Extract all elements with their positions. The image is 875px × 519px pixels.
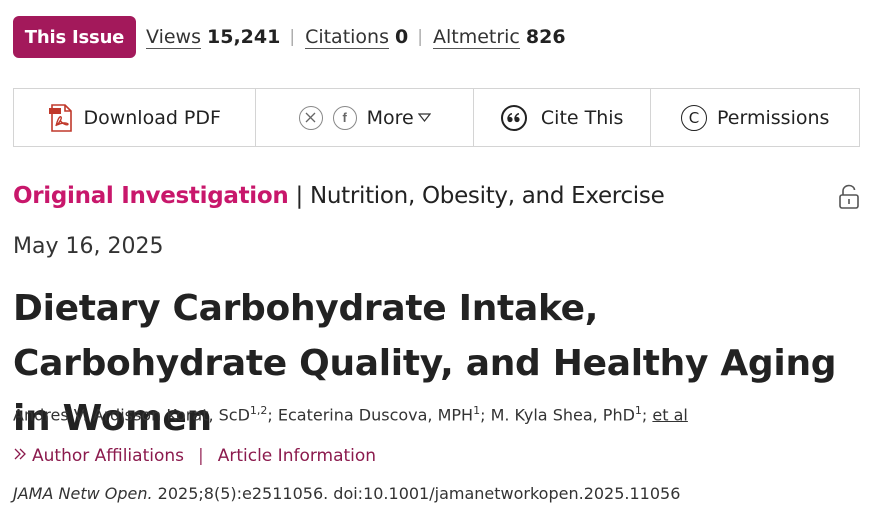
metric-separator: | (417, 27, 423, 47)
citations-metric[interactable]: Citations 0 (305, 26, 408, 49)
citations-label[interactable]: Citations (305, 26, 389, 49)
caret-down-icon (417, 113, 431, 122)
article-category: Original Investigation | Nutrition, Obes… (13, 183, 665, 209)
views-metric[interactable]: Views 15,241 (146, 26, 280, 49)
affiliation-sup: 1 (634, 404, 642, 417)
journal-abbrev: JAMA Netw Open. (13, 484, 153, 503)
citations-value: 0 (395, 26, 409, 48)
article-section: Nutrition, Obesity, and Exercise (309, 183, 665, 209)
section-separator: | (295, 183, 303, 209)
affiliation-sup: 1,2 (249, 404, 268, 417)
cite-this-button[interactable]: Cite This (474, 89, 652, 146)
download-pdf-label: Download PDF (83, 106, 221, 129)
author-separator: ; (480, 405, 491, 425)
this-issue-button[interactable]: This Issue (13, 16, 136, 58)
more-label: More (366, 106, 414, 129)
metrics-bar: This Issue Views 15,241 | Citations 0 | … (13, 16, 566, 58)
author-separator: ; (641, 405, 653, 425)
double-chevron-right-icon (13, 446, 27, 466)
author-name[interactable]: M. Kyla Shea, PhD (491, 405, 635, 424)
article-information-link[interactable]: Article Information (218, 446, 376, 466)
permissions-label: Permissions (717, 106, 830, 129)
citation-details: 2025;8(5):e2511056. doi:10.1001/jamanetw… (157, 484, 681, 503)
article-toolbar: Download PDF f More Cite This C Permissi… (13, 88, 860, 147)
author-name[interactable]: Andres V. Ardisson Korat, ScD (13, 405, 250, 424)
views-value: 15,241 (207, 26, 281, 48)
article-info-links: Author Affiliations | Article Informatio… (13, 446, 376, 466)
author-list: Andres V. Ardisson Korat, ScD1,2; Ecater… (13, 404, 688, 424)
quote-icon (500, 104, 527, 131)
et-al-link[interactable]: et al (652, 405, 687, 424)
link-divider: | (198, 446, 204, 466)
cite-this-label: Cite This (540, 106, 624, 129)
download-pdf-button[interactable]: Download PDF (14, 89, 257, 146)
altmetric-value: 826 (525, 26, 566, 48)
altmetric-metric[interactable]: Altmetric 826 (432, 26, 566, 49)
open-access-lock-icon (838, 184, 860, 214)
altmetric-label[interactable]: Altmetric (432, 26, 520, 49)
pdf-icon (48, 103, 74, 132)
publication-date: May 16, 2025 (13, 234, 164, 259)
metric-separator: | (289, 27, 296, 47)
article-type: Original Investigation (13, 183, 289, 209)
views-label[interactable]: Views (146, 26, 201, 49)
copyright-icon: C (681, 104, 708, 131)
facebook-icon[interactable]: f (332, 105, 357, 130)
more-button[interactable]: More (367, 107, 431, 129)
x-icon[interactable] (298, 105, 323, 130)
author-name[interactable]: Ecaterina Duscova, MPH (278, 405, 473, 424)
share-group: f More (256, 89, 474, 146)
author-separator: ; (267, 405, 278, 425)
citation-line: JAMA Netw Open. 2025;8(5):e2511056. doi:… (13, 484, 680, 503)
author-affiliations-link[interactable]: Author Affiliations (32, 446, 184, 466)
permissions-button[interactable]: C Permissions (651, 89, 859, 146)
